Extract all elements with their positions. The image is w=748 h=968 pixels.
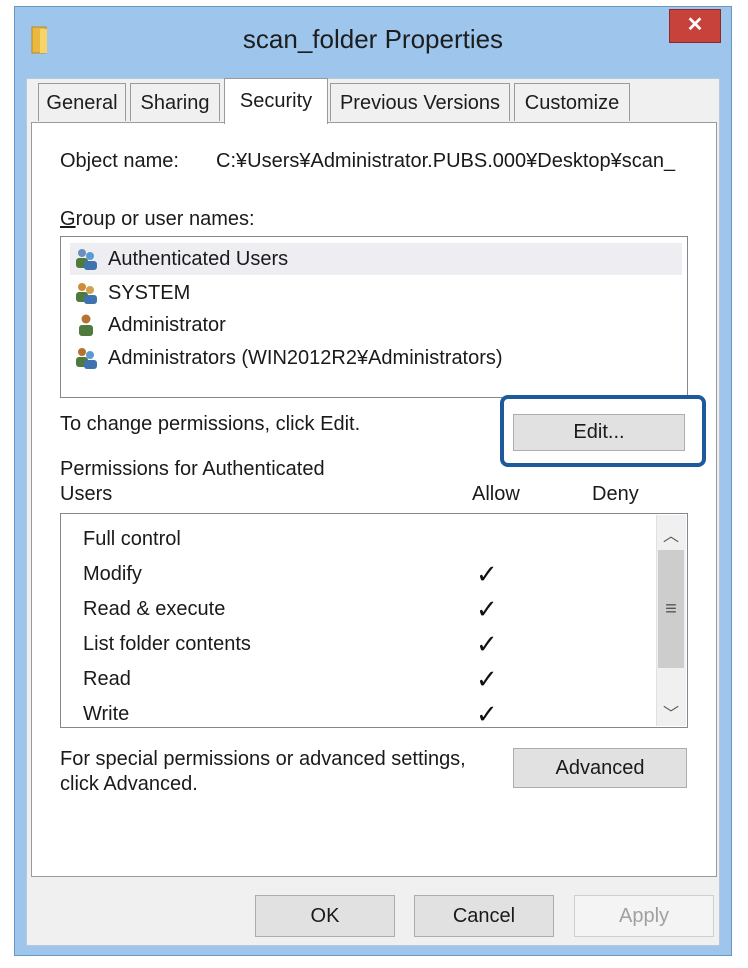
title-bar[interactable]: scan_folder Properties <box>15 7 731 77</box>
permission-row-write: Write ✓ <box>83 697 643 732</box>
user-group-icon <box>76 249 97 270</box>
user-label: Administrators (WIN2012R2¥Administrators… <box>108 347 503 369</box>
permissions-label-line1: Permissions for Authenticated <box>60 458 325 480</box>
user-label: Administrator <box>108 314 226 336</box>
ok-button[interactable]: OK <box>255 895 395 937</box>
user-label: SYSTEM <box>108 282 191 304</box>
allow-column-header: Allow <box>472 483 520 505</box>
close-button[interactable]: ✕ <box>669 9 721 43</box>
permission-name: Read <box>83 668 131 690</box>
tab-security[interactable]: Security <box>224 78 328 124</box>
permission-name: Write <box>83 703 130 725</box>
allow-check-icon: ✓ <box>476 664 498 694</box>
change-permissions-text: To change permissions, click Edit. <box>60 413 361 435</box>
ok-button-label: OK <box>310 905 340 927</box>
grip-icon: ≡ <box>665 598 677 620</box>
user-item-administrator[interactable]: Administrator <box>70 309 682 341</box>
allow-check-icon: ✓ <box>476 629 498 659</box>
user-item-authenticated-users[interactable]: Authenticated Users <box>70 243 682 275</box>
advanced-button[interactable]: Advanced <box>513 748 687 788</box>
permission-name: Read & execute <box>83 598 226 620</box>
scroll-down-icon[interactable]: ﹀ <box>658 700 684 724</box>
permission-row-list-folder-contents: List folder contents ✓ <box>83 627 643 662</box>
object-name-value: C:¥Users¥Administrator.PUBS.000¥Desktop¥… <box>216 150 676 172</box>
permission-name: Modify <box>83 563 142 585</box>
advanced-button-label: Advanced <box>555 757 645 779</box>
allow-check-icon: ✓ <box>476 699 498 729</box>
user-icon <box>79 314 93 336</box>
group-label-text: roup or user names: <box>75 208 255 230</box>
user-item-system[interactable]: SYSTEM <box>70 277 682 309</box>
user-group-icon <box>76 283 97 304</box>
permission-row-read-execute: Read & execute ✓ <box>83 592 643 627</box>
user-group-icon <box>76 348 97 369</box>
user-item-administrators[interactable]: Administrators (WIN2012R2¥Administrators… <box>70 342 682 374</box>
window-title: scan_folder Properties <box>242 24 504 54</box>
allow-check-icon: ✓ <box>476 594 498 624</box>
edit-button-label: Edit... <box>573 421 625 443</box>
scroll-up-icon[interactable]: ︿ <box>658 522 684 546</box>
special-permissions-text-2: click Advanced. <box>60 773 198 795</box>
tab-sharing[interactable]: Sharing <box>130 83 220 121</box>
tab-previous-versions[interactable]: Previous Versions <box>330 83 510 121</box>
cancel-button[interactable]: Cancel <box>414 895 554 937</box>
permission-row-read: Read ✓ <box>83 662 643 697</box>
permissions-label-line2: Users <box>60 483 113 505</box>
permission-name: List folder contents <box>83 633 251 655</box>
edit-button[interactable]: Edit... <box>513 414 685 451</box>
cancel-button-label: Cancel <box>452 905 516 927</box>
permission-row-full-control: Full control <box>83 522 643 557</box>
deny-column-header: Deny <box>592 483 639 505</box>
tab-general[interactable]: General <box>38 83 126 121</box>
special-permissions-text-1: For special permissions or advanced sett… <box>60 748 466 770</box>
allow-check-icon: ✓ <box>476 559 498 589</box>
user-label: Authenticated Users <box>108 248 289 270</box>
tab-customize[interactable]: Customize <box>514 83 630 121</box>
permission-name: Full control <box>83 528 181 550</box>
apply-button-label: Apply <box>618 905 670 927</box>
apply-button[interactable]: Apply <box>574 895 714 937</box>
permission-row-modify: Modify ✓ <box>83 557 643 592</box>
group-label: Group or user names: <box>60 208 255 230</box>
object-name-label: Object name: <box>60 150 179 172</box>
